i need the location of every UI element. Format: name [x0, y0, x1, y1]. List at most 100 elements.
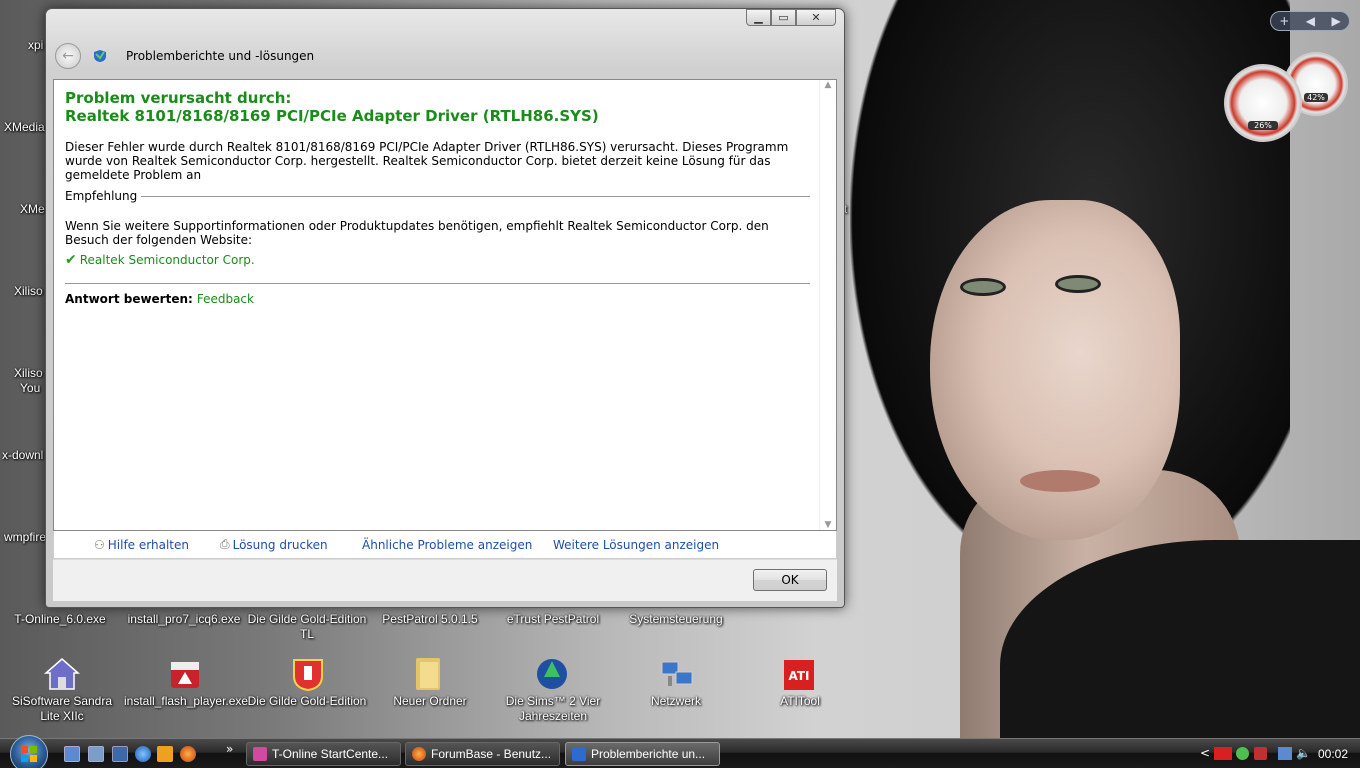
next-gadget-page-button[interactable]: ▶ — [1332, 14, 1341, 28]
rate-answer-label: Antwort bewerten: — [65, 292, 193, 306]
report-content-pane: Problem verursacht durch: Realtek 8101/8… — [53, 79, 837, 531]
firefox-icon[interactable] — [180, 746, 196, 762]
t-online-icon — [253, 747, 267, 761]
house-shortcut-icon[interactable] — [44, 657, 80, 693]
desktop-icon-sandra[interactable]: SiSoftware Sandra Lite XIIc — [2, 694, 122, 724]
problem-headline-line1: Problem verursacht durch: — [65, 89, 292, 107]
cpu-meter-gadget[interactable]: 26% — [1224, 64, 1302, 142]
rate-answer-row: Antwort bewerten: Feedback — [65, 292, 254, 306]
desktop-icon-label[interactable]: xpi — [28, 38, 43, 53]
problem-headline-line2: Realtek 8101/8168/8169 PCI/PCIe Adapter … — [65, 107, 599, 125]
switch-windows-icon[interactable] — [88, 746, 104, 762]
desktop-icon-atitool[interactable]: ATITool — [760, 694, 840, 709]
desktop-icon-icq[interactable]: install_pro7_icq6.exe — [126, 612, 242, 627]
gilde-game-icon[interactable] — [290, 656, 326, 692]
internet-explorer-icon[interactable] — [135, 746, 151, 762]
action-links-bar: ⚇ Hilfe erhalten ⎙ Lösung drucken Ähnliche… — [53, 531, 837, 559]
vertical-scrollbar[interactable]: ▲ ▼ — [819, 80, 836, 530]
desktop-icon-label[interactable]: XMe — [20, 202, 45, 217]
desktop-icon-pestpatrol[interactable]: PestPatrol 5.0.1.5 — [378, 612, 482, 627]
flash-installer-icon[interactable] — [168, 658, 204, 694]
wallpaper-lips — [1020, 470, 1100, 492]
section-divider — [141, 195, 810, 197]
desktop-icon-t-online[interactable]: T-Online_6.0.exe — [10, 612, 110, 627]
system-clock[interactable]: 00:02 — [1318, 747, 1348, 761]
problem-reports-icon — [93, 49, 107, 63]
window-title: Problemberichte und -lösungen — [126, 49, 315, 63]
problem-reports-window: ▁ ▭ ✕ ← Problemberichte und -lösungen Pr… — [45, 8, 845, 608]
back-button[interactable]: ← — [55, 43, 81, 69]
desktop-icon-etrust[interactable]: eTrust PestPatrol — [502, 612, 604, 627]
recommendation-text: Wenn Sie weitere Supportinformationen od… — [65, 219, 769, 247]
problem-headline: Problem verursacht durch: Realtek 8101/8… — [65, 89, 599, 125]
desktop-icon-label[interactable]: x-downl — [2, 448, 43, 463]
computer-icon[interactable] — [112, 746, 128, 762]
ati-tray-icon[interactable] — [1214, 747, 1232, 760]
wallpaper-eye-right — [1055, 275, 1101, 293]
desktop-icon-sims[interactable]: Die Sims™ 2 Vier Jahreszeiten — [500, 694, 606, 724]
problem-reports-icon — [572, 747, 586, 761]
media-player-icon[interactable] — [157, 746, 173, 762]
print-solution-label: Lösung drucken — [232, 537, 328, 552]
minimize-icon: ▁ — [754, 11, 763, 24]
realtek-website-link[interactable]: ✔ Realtek Semiconductor Corp. — [65, 252, 255, 268]
network-icon[interactable] — [660, 658, 696, 694]
taskbar-item-label: ForumBase - Benutz... — [431, 747, 552, 761]
desktop-icon-label[interactable]: You — [20, 381, 40, 396]
svg-text:ATI: ATI — [788, 669, 809, 683]
desktop-icon-label[interactable]: Xiliso — [14, 366, 43, 381]
green-tray-icon[interactable] — [1236, 747, 1249, 760]
add-gadget-button[interactable]: + — [1279, 14, 1289, 28]
folder-icon[interactable] — [412, 656, 448, 692]
atitool-icon[interactable]: ATI — [782, 658, 818, 694]
quicklaunch-overflow-button[interactable]: » — [226, 742, 233, 756]
previous-gadget-page-button[interactable]: ◀ — [1306, 14, 1315, 28]
printer-icon: ⎙ — [220, 537, 230, 551]
security-tray-icon[interactable] — [1254, 747, 1267, 760]
taskbar-item-label: Problemberichte un... — [591, 747, 706, 761]
problem-description: Dieser Fehler wurde durch Realtek 8101/8… — [65, 140, 789, 182]
desktop-icon-netzwerk[interactable]: Netzwerk — [630, 694, 722, 709]
maximize-button[interactable]: ▭ — [771, 9, 796, 26]
get-help-link[interactable]: ⚇ Hilfe erhalten — [94, 538, 189, 552]
desktop-icon-label[interactable]: XMedia — [4, 120, 45, 135]
start-button[interactable] — [10, 735, 48, 768]
taskbar-item-forumbase[interactable]: ForumBase - Benutz... — [405, 742, 560, 766]
taskbar-item-problem-reports[interactable]: Problemberichte un... — [565, 742, 720, 766]
taskbar-item-t-online[interactable]: T-Online StartCente... — [246, 742, 401, 766]
get-help-label: Hilfe erhalten — [107, 537, 189, 552]
desktop-icon-flash[interactable]: install_flash_player.exe — [124, 694, 248, 709]
close-button[interactable]: ✕ — [796, 9, 836, 26]
realtek-website-link-label: Realtek Semiconductor Corp. — [79, 253, 255, 267]
sims-game-icon[interactable] — [535, 657, 571, 693]
checkmark-icon: ✔ — [65, 252, 77, 268]
minimize-button[interactable]: ▁ — [746, 9, 771, 26]
taskbar: » T-Online StartCente... ForumBase - Ben… — [0, 735, 1360, 768]
desktop-icon-gilde[interactable]: Die Gilde Gold-Edition — [246, 694, 368, 709]
volume-icon[interactable]: 🔈 — [1296, 746, 1311, 760]
scroll-up-arrow-icon[interactable]: ▲ — [825, 80, 832, 90]
ok-button[interactable]: OK — [753, 569, 827, 591]
firefox-icon — [412, 747, 426, 761]
section-divider — [65, 283, 810, 284]
maximize-icon: ▭ — [778, 11, 789, 24]
tray-expand-arrow[interactable]: < — [1200, 746, 1210, 760]
desktop-icon-gilde-tl[interactable]: Die Gilde Gold-Edition TL — [246, 612, 368, 642]
network-tray-icon[interactable] — [1278, 747, 1292, 760]
show-desktop-icon[interactable] — [64, 746, 80, 762]
scroll-down-arrow-icon[interactable]: ▼ — [825, 520, 832, 530]
close-icon: ✕ — [811, 11, 821, 24]
taskbar-item-label: T-Online StartCente... — [272, 747, 389, 761]
more-solutions-link[interactable]: Weitere Lösungen anzeigen — [553, 538, 719, 552]
sidebar-gadget-controls: + ◀ ▶ — [1270, 11, 1350, 31]
memory-meter-value: 42% — [1304, 93, 1328, 102]
similar-problems-link[interactable]: Ähnliche Probleme anzeigen — [362, 538, 532, 552]
desktop-icon-neuer-ordner[interactable]: Neuer Ordner — [380, 694, 480, 709]
print-solution-link[interactable]: ⎙ Lösung drucken — [220, 537, 328, 552]
recommendation-section-header: Empfehlung — [65, 189, 810, 203]
feedback-link[interactable]: Feedback — [197, 292, 254, 306]
desktop-icon-label[interactable]: wmpfire — [4, 530, 46, 545]
desktop-icon-label[interactable]: Xiliso — [14, 284, 43, 299]
desktop-icon-systemsteuerung[interactable]: Systemsteuerung — [624, 612, 728, 627]
dialog-footer: OK — [53, 559, 837, 601]
